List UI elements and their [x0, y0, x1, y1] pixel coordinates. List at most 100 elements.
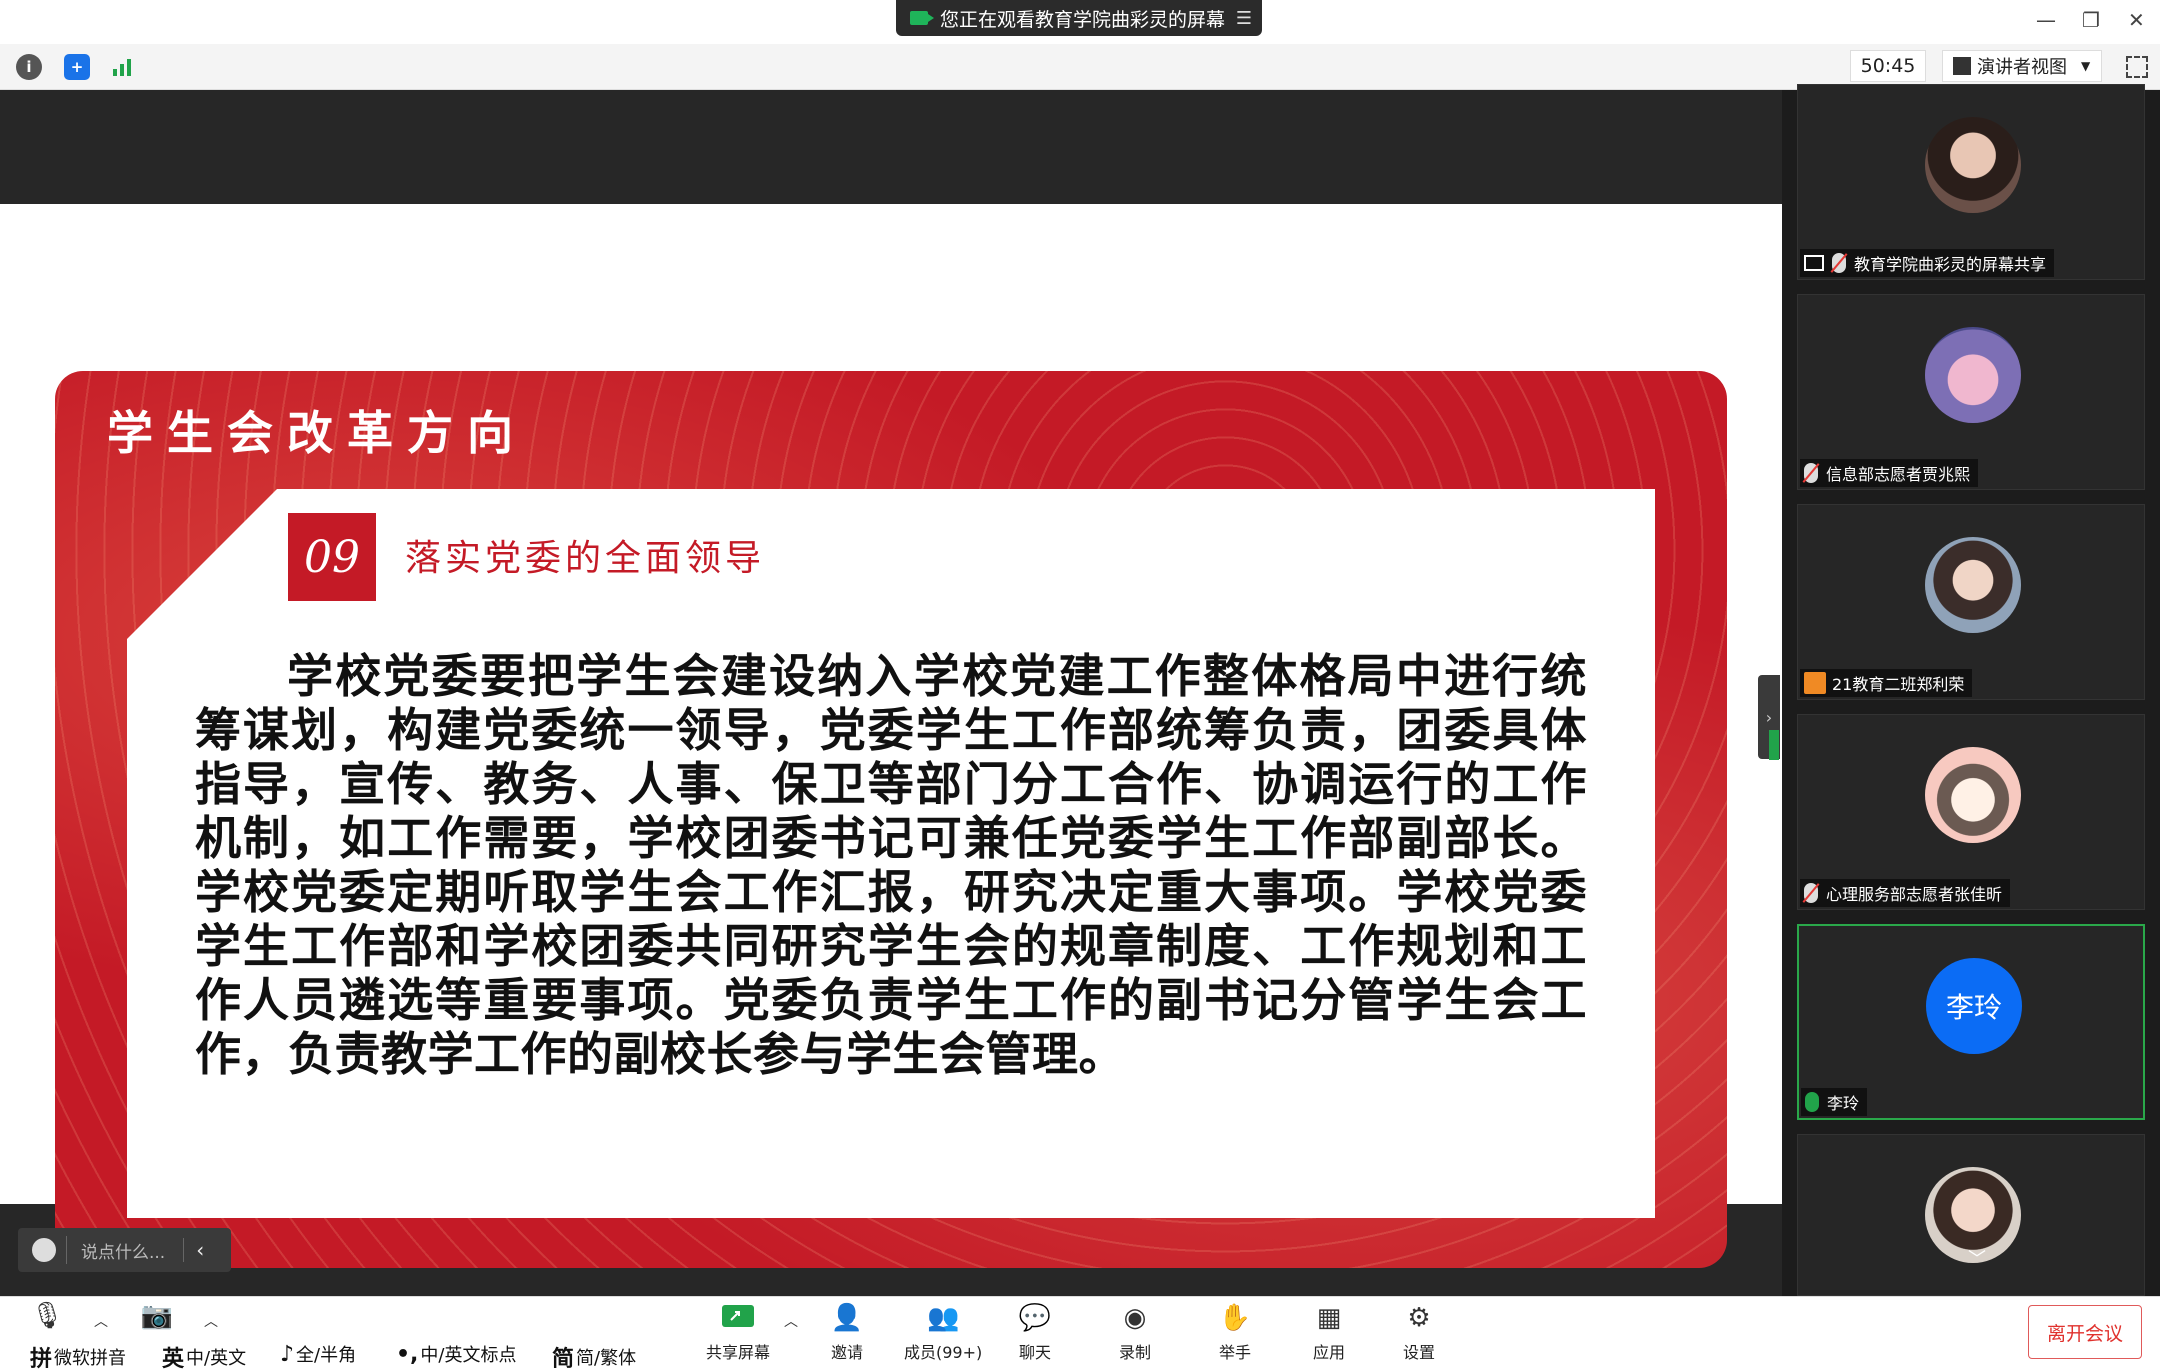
info-icon[interactable]: i [16, 54, 42, 80]
ime-pinyin[interactable]: 拼微软拼音 [30, 1341, 126, 1372]
ime-lang-toggle[interactable]: 英中/英文 [162, 1341, 246, 1372]
participant-label: 心理服务部志愿者张佳昕 [1800, 879, 2011, 907]
user-icon [1804, 672, 1826, 694]
members-button[interactable]: 👥 成员(99+) [904, 1301, 982, 1363]
add-user-icon: 👤 [830, 1303, 864, 1333]
participant-tile[interactable]: 心理服务部志愿者张佳昕 [1797, 714, 2145, 910]
restore-button[interactable]: ❐ [2082, 8, 2100, 32]
participant-name: 心理服务部志愿者张佳昕 [1826, 885, 2003, 904]
participant-tile[interactable]: 21教育二班郑利荣 [1797, 504, 2145, 700]
record-label: 录制 [1118, 1343, 1151, 1362]
security-shield-icon[interactable]: + [64, 54, 90, 80]
section-number: 09 [288, 513, 376, 601]
share-options-caret[interactable]: ︿ [784, 1311, 798, 1331]
participant-label: 信息部志愿者贾兆熙 [1800, 459, 1979, 487]
ime-label: 简/繁体 [576, 1348, 637, 1369]
ime-label: 微软拼音 [54, 1348, 127, 1369]
ime-width-toggle[interactable]: ♪ 全/半角 [280, 1341, 356, 1367]
invite-button[interactable]: 👤 邀请 [830, 1301, 864, 1363]
quick-chat-input[interactable]: 说点什么... ‹ [18, 1228, 231, 1272]
participant-name: 李玲 [1827, 1094, 1860, 1113]
participant-name: 21教育二班郑利荣 [1832, 675, 1965, 694]
camera-options-caret[interactable]: ︿ [204, 1311, 218, 1331]
chat-button[interactable]: 💬 聊天 [1018, 1301, 1052, 1363]
participant-tile[interactable]: 教育学院曲彩灵的屏幕共享 [1797, 84, 2145, 280]
participant-label: 李玲 [1801, 1088, 1868, 1116]
avatar [1925, 117, 2021, 213]
slide-canvas: 学生会改革方向 09 落实党委的全面领导 学校党委要把学生会建设纳入学校党建工作… [0, 204, 1782, 1268]
section-subtitle: 落实党委的全面领导 [405, 538, 766, 579]
share-banner[interactable]: 您正在观看教育学院曲彩灵的屏幕 ☰ [896, 0, 1262, 36]
pinyin-icon: 拼 [30, 1347, 53, 1372]
avatar-initials: 李玲 [1926, 958, 2022, 1054]
record-icon: ◉ [1123, 1303, 1147, 1333]
moon-icon: ♪ [280, 1341, 295, 1367]
participant-tile[interactable]: 信息部志愿者贾兆熙 [1797, 294, 2145, 490]
camera-button[interactable]: 📷 [140, 1299, 174, 1337]
fullscreen-icon[interactable] [2126, 56, 2148, 78]
minimize-button[interactable]: — [2036, 8, 2056, 32]
view-mode-dropdown[interactable]: 演讲者视图 ▼ [1942, 50, 2102, 82]
meeting-app: 您正在观看教育学院曲彩灵的屏幕 ☰ — ❐ ✕ i + 50:45 演讲者视图 … [0, 0, 2160, 1372]
bottom-toolbar: 🎙 ︿ 📷 ︿ 拼微软拼音 英中/英文 ♪ 全/半角 •, 中/英文标点 简简/繁体… [0, 1296, 2160, 1372]
signal-strength-icon[interactable] [110, 54, 136, 80]
members-icon: 👥 [926, 1303, 960, 1333]
avatar [1925, 537, 2021, 633]
share-screen-icon [721, 1301, 755, 1335]
collapse-chevron-icon[interactable]: ‹ [183, 1238, 204, 1262]
mic-muted-icon [1804, 883, 1818, 903]
leave-meeting-button[interactable]: 离开会议 [2028, 1305, 2142, 1359]
ime-simplified-toggle[interactable]: 简简/繁体 [552, 1341, 636, 1372]
slide-content-card: 09 落实党委的全面领导 学校党委要把学生会建设纳入学校党建工作整体格局中进行统… [127, 489, 1655, 1218]
slide-body-text: 学校党委要把学生会建设纳入学校党建工作整体格局中进行统筹谋划，构建党委统一领导，… [195, 649, 1587, 1081]
apps-button[interactable]: ▦ 应用 [1312, 1301, 1346, 1363]
slide-title: 学生会改革方向 [107, 406, 527, 460]
participant-name: 教育学院曲彩灵的屏幕共享 [1854, 255, 2047, 274]
hand-icon: ✋ [1218, 1303, 1252, 1333]
share-screen-label: 共享屏幕 [706, 1343, 771, 1362]
settings-label: 设置 [1402, 1343, 1435, 1362]
mic-on-icon [1805, 1092, 1819, 1112]
invite-label: 邀请 [830, 1343, 863, 1362]
ime-label: 中/英文标点 [420, 1345, 517, 1366]
emoji-icon[interactable] [32, 1238, 56, 1262]
meeting-timer: 50:45 [1850, 50, 1926, 82]
slide-red-panel: 学生会改革方向 09 落实党委的全面领导 学校党委要把学生会建设纳入学校党建工作… [55, 371, 1727, 1268]
english-icon: 英 [162, 1347, 185, 1372]
participant-label: 21教育二班郑利荣 [1800, 669, 1973, 697]
record-button[interactable]: ◉ 录制 [1118, 1301, 1152, 1363]
chat-placeholder: 说点什么... [81, 1242, 166, 1263]
share-screen-button[interactable]: 共享屏幕 [706, 1301, 770, 1363]
ime-punct-toggle[interactable]: •, 中/英文标点 [396, 1341, 517, 1367]
participant-tile[interactable] [1797, 1134, 2145, 1296]
mic-muted-icon: 🎙 [30, 1301, 64, 1331]
participant-tile-active[interactable]: 李玲 李玲 [1797, 924, 2145, 1120]
punctuation-icon: •, [396, 1341, 419, 1367]
microphone-button[interactable]: 🎙 [30, 1299, 64, 1337]
scroll-down-icon[interactable]: ﹀ [1968, 1245, 1986, 1271]
chat-icon: 💬 [1018, 1303, 1052, 1333]
settings-button[interactable]: ⚙ 设置 [1402, 1301, 1436, 1363]
apps-icon: ▦ [1316, 1303, 1342, 1333]
avatar [1925, 327, 2021, 423]
camera-off-icon: 📷 [140, 1301, 174, 1331]
close-button[interactable]: ✕ [2128, 8, 2145, 32]
members-label: 成员(99+) [904, 1343, 983, 1362]
mic-muted-icon [1804, 463, 1818, 483]
simplified-icon: 简 [552, 1347, 575, 1372]
gear-icon: ⚙ [1407, 1303, 1431, 1333]
speaker-view-icon [1953, 57, 1971, 75]
menu-icon[interactable]: ☰ [1236, 8, 1252, 29]
chat-label: 聊天 [1018, 1343, 1051, 1362]
view-mode-label: 演讲者视图 [1977, 57, 2067, 78]
title-bar: 您正在观看教育学院曲彩灵的屏幕 ☰ — ❐ ✕ [0, 0, 2160, 44]
mic-options-caret[interactable]: ︿ [94, 1311, 108, 1331]
raise-hand-label: 举手 [1218, 1343, 1251, 1362]
participant-name: 信息部志愿者贾兆熙 [1826, 465, 1971, 484]
panel-indicator [1769, 730, 1779, 760]
raise-hand-button[interactable]: ✋ 举手 [1218, 1301, 1252, 1363]
share-banner-text: 您正在观看教育学院曲彩灵的屏幕 [940, 8, 1226, 31]
ime-label: 中/英文 [186, 1348, 247, 1369]
participant-label: 教育学院曲彩灵的屏幕共享 [1800, 249, 2055, 277]
shared-screen-stage: 学生会改革方向 09 落实党委的全面领导 学校党委要把学生会建设纳入学校党建工作… [0, 90, 1782, 1296]
